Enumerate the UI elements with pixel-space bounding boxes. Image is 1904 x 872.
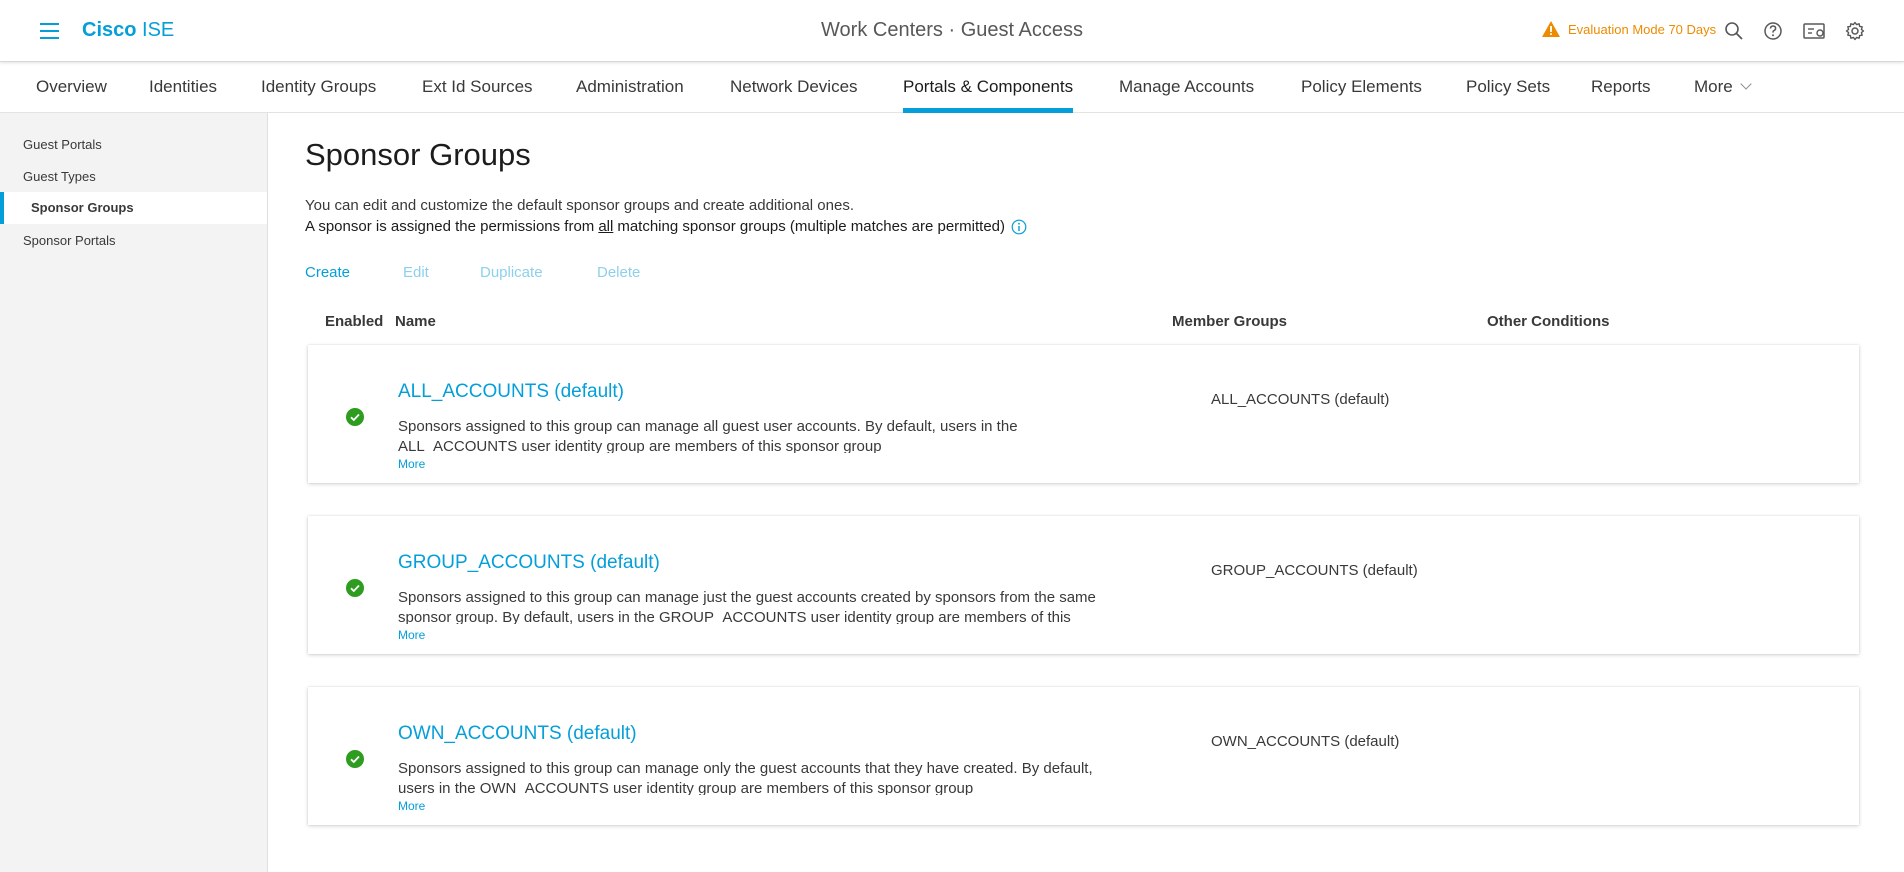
member-groups-value: OWN_ACCOUNTS (default) xyxy=(1211,733,1400,750)
brand-product: ISE xyxy=(142,19,175,41)
enabled-check-icon xyxy=(346,750,364,768)
permissions-text-post: matching sponsor groups (multiple matche… xyxy=(617,218,1005,235)
evaluation-mode-badge[interactable]: Evaluation Mode 70 Days xyxy=(1541,20,1716,38)
brand-name: Cisco xyxy=(82,19,137,41)
chevron-down-icon xyxy=(1740,78,1752,90)
notifications-icon[interactable] xyxy=(1802,20,1828,42)
page-description: You can edit and customize the default s… xyxy=(305,197,854,214)
more-link[interactable]: More xyxy=(398,799,425,813)
page-title: Sponsor Groups xyxy=(305,137,531,172)
work-center-tabs: Overview Identities Identity Groups Ext … xyxy=(0,62,1904,113)
enabled-check-icon xyxy=(346,408,364,426)
tab-network-devices[interactable]: Network Devices xyxy=(730,62,858,113)
sponsor-group-description: Sponsors assigned to this group can mana… xyxy=(398,418,1018,453)
permissions-text-all: all xyxy=(598,218,614,235)
search-icon[interactable] xyxy=(1723,20,1745,42)
tab-portals-components[interactable]: Portals & Components xyxy=(903,62,1074,113)
column-header-enabled[interactable]: Enabled xyxy=(325,313,383,330)
warning-icon xyxy=(1542,21,1560,37)
tab-more-label: More xyxy=(1694,77,1733,96)
tab-identities[interactable]: Identities xyxy=(149,62,217,113)
create-button[interactable]: Create xyxy=(305,264,350,281)
tab-more[interactable]: More xyxy=(1694,62,1752,113)
more-link[interactable]: More xyxy=(398,628,425,642)
sidebar-item-sponsor-portals[interactable]: Sponsor Portals xyxy=(0,225,267,257)
sponsor-group-card[interactable]: ALL_ACCOUNTS (default) Sponsors assigned… xyxy=(308,345,1859,483)
tab-manage-accounts[interactable]: Manage Accounts xyxy=(1119,62,1254,113)
sidebar-item-guest-types[interactable]: Guest Types xyxy=(0,161,267,193)
duplicate-button[interactable]: Duplicate xyxy=(480,264,543,281)
sponsor-group-name-link[interactable]: GROUP_ACCOUNTS (default) xyxy=(398,552,660,574)
column-header-other-conditions[interactable]: Other Conditions xyxy=(1487,313,1610,330)
help-icon[interactable] xyxy=(1762,20,1784,42)
column-header-name[interactable]: Name xyxy=(395,313,436,330)
tab-administration[interactable]: Administration xyxy=(576,62,684,113)
settings-icon[interactable] xyxy=(1844,20,1866,42)
sponsor-group-card[interactable]: GROUP_ACCOUNTS (default) Sponsors assign… xyxy=(308,516,1859,654)
sponsor-group-name-link[interactable]: OWN_ACCOUNTS (default) xyxy=(398,723,637,745)
tab-policy-elements[interactable]: Policy Elements xyxy=(1301,62,1422,113)
tab-identity-groups[interactable]: Identity Groups xyxy=(261,62,376,113)
member-groups-value: ALL_ACCOUNTS (default) xyxy=(1211,391,1390,408)
delete-button[interactable]: Delete xyxy=(597,264,640,281)
sidebar-item-guest-portals[interactable]: Guest Portals xyxy=(0,129,267,161)
menu-icon[interactable] xyxy=(40,23,59,39)
tab-policy-sets[interactable]: Policy Sets xyxy=(1466,62,1550,113)
evaluation-mode-label: Evaluation Mode 70 Days xyxy=(1568,21,1717,37)
page-description-permissions: A sponsor is assigned the permissions fr… xyxy=(305,218,1027,235)
info-icon[interactable] xyxy=(1011,219,1027,235)
permissions-text-pre: A sponsor is assigned the permissions fr… xyxy=(305,218,595,235)
tab-reports[interactable]: Reports xyxy=(1591,62,1651,113)
sponsor-group-description: Sponsors assigned to this group can mana… xyxy=(398,760,1093,795)
sponsor-group-name-link[interactable]: ALL_ACCOUNTS (default) xyxy=(398,381,624,403)
more-link[interactable]: More xyxy=(398,457,425,471)
tab-overview[interactable]: Overview xyxy=(36,62,107,113)
edit-button[interactable]: Edit xyxy=(403,264,429,281)
page-context-title: Work Centers · Guest Access xyxy=(821,19,1083,41)
column-header-member-groups[interactable]: Member Groups xyxy=(1172,313,1287,330)
sidebar: Guest Portals Guest Types Sponsor Groups… xyxy=(0,113,268,872)
brand-logo[interactable]: Cisco ISE xyxy=(82,19,174,42)
tab-ext-id-sources[interactable]: Ext Id Sources xyxy=(422,62,533,113)
sidebar-item-sponsor-groups[interactable]: Sponsor Groups xyxy=(0,192,267,224)
enabled-check-icon xyxy=(346,579,364,597)
sponsor-group-description: Sponsors assigned to this group can mana… xyxy=(398,589,1096,624)
sponsor-group-card[interactable]: OWN_ACCOUNTS (default) Sponsors assigned… xyxy=(308,687,1859,825)
member-groups-value: GROUP_ACCOUNTS (default) xyxy=(1211,562,1418,579)
top-header: Cisco ISE Work Centers · Guest Access Ev… xyxy=(0,0,1904,62)
main-content: Sponsor Groups You can edit and customiz… xyxy=(268,113,1904,872)
